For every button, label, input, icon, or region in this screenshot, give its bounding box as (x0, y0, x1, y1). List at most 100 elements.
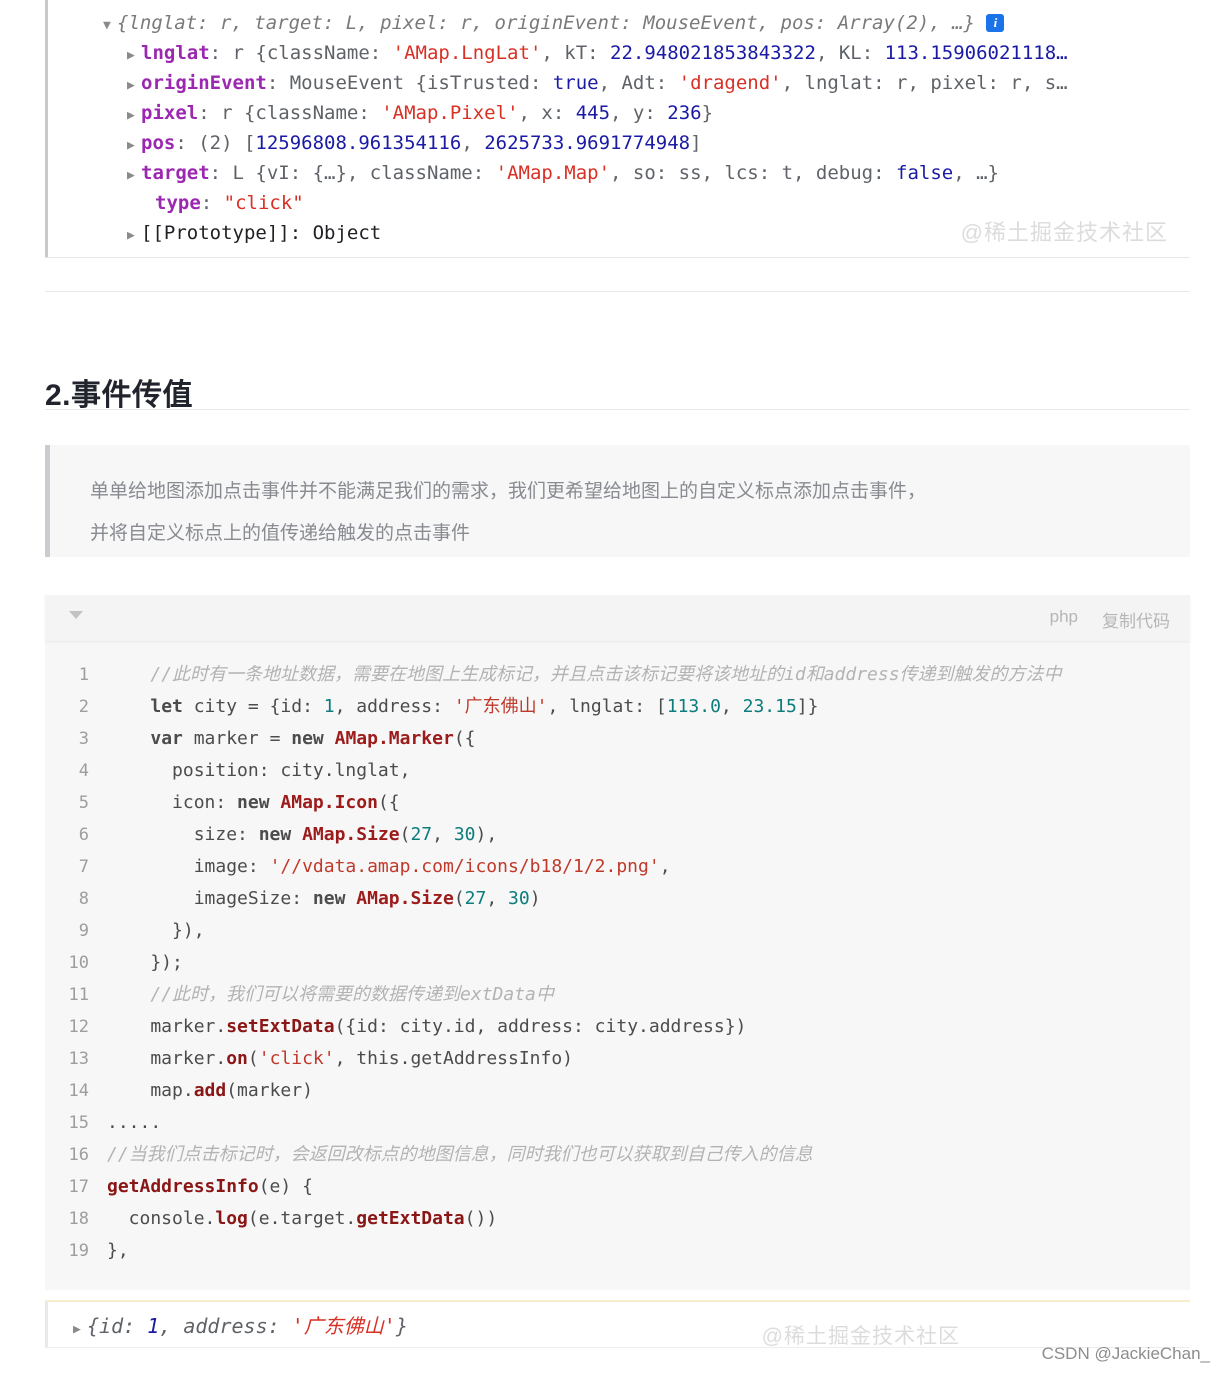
code-token: , (720, 696, 743, 717)
console-token: L (345, 12, 358, 34)
code-token: image: (107, 856, 270, 877)
console-token: , so: ss, lcs: t, debug: (610, 162, 896, 184)
console-token: true (552, 72, 599, 94)
code-line: 4 position: city.lnglat, (45, 755, 1190, 787)
expand-arrow-right-icon[interactable]: ▶ (127, 161, 141, 191)
code-token: on (226, 1048, 248, 1069)
code-token: ) (529, 888, 541, 909)
csdn-author-watermark: CSDN @JackieChan_ (1041, 1344, 1210, 1363)
console-token: [[Prototype]] (141, 222, 290, 244)
code-token: 27 (410, 824, 433, 845)
caret-down-icon[interactable] (69, 611, 83, 619)
code-token: //当我们点击标记时，会返回改标点的地图信息，同时我们也可以获取到自己传入的信息 (107, 1144, 813, 1165)
console-line[interactable]: ▶ pixel: r {className: 'AMap.Pixel', x: 4… (45, 98, 1190, 131)
code-line-content: let city = {id: 1, address: '广东佛山', lngl… (107, 691, 818, 723)
console-token: , (461, 132, 485, 154)
code-line: 13 marker.on('click', this.getAddressInf… (45, 1043, 1190, 1075)
console-output-entry[interactable]: ▶ {id: 1, address: '广东佛山'} (73, 1310, 408, 1339)
section-divider-top (45, 291, 1190, 292)
code-token: setExtData (226, 1016, 335, 1037)
heading-underline (45, 409, 1190, 410)
console-token: false (896, 162, 954, 184)
console-line[interactable]: type: "click" (45, 188, 1190, 218)
console-token: } (701, 102, 714, 124)
expand-arrow-right-icon[interactable]: ▶ (127, 71, 141, 101)
console-token: 1 (147, 1314, 160, 1338)
code-token: '//vdata.amap.com/icons/b18/1/2.png' (269, 856, 660, 877)
console-token: , kT: (541, 42, 611, 64)
code-block-body[interactable]: 1 //此时有一条地址数据，需要在地图上生成标记，并且点击该标记要将该地址的id… (45, 641, 1190, 1267)
console-token: ] (690, 132, 702, 154)
console-token: , Adt: (598, 72, 679, 94)
console-token: 'AMap.Map' (495, 162, 611, 184)
console-token: 2625733.9691774948 (484, 132, 691, 154)
code-token: new (312, 888, 346, 909)
console-line[interactable]: ▶ originEvent: MouseEvent {isTrusted: tru… (45, 68, 1190, 101)
line-number: 17 (68, 1177, 89, 1197)
expand-arrow-right-icon[interactable]: ▶ (127, 101, 141, 131)
console-token: , y: (610, 102, 668, 124)
code-token: AMap.Size (302, 824, 400, 845)
code-line: 7 image: '//vdata.amap.com/icons/b18/1/2… (45, 851, 1190, 883)
info-icon[interactable]: i (986, 14, 1005, 32)
watermark-juejin-bottom: @稀土掘金技术社区 (761, 1325, 960, 1348)
expand-arrow-right-icon[interactable]: ▶ (127, 221, 141, 251)
code-line: 9 }), (45, 915, 1190, 947)
code-line-content: marker.setExtData({id: city.id, address:… (107, 1011, 746, 1043)
console-line[interactable]: ▶ pos: (2) [12596808.961354116, 2625733.9… (45, 128, 1190, 161)
code-line: 3 var marker = new AMap.Marker({ (45, 723, 1190, 755)
console-token: : Object (289, 222, 382, 244)
code-token: ]} (796, 696, 819, 717)
code-token: size: (107, 824, 259, 845)
console-line[interactable]: ▶ target: L {vI: {…}, className: 'AMap.Ma… (45, 158, 1190, 191)
code-line: 10 }); (45, 947, 1190, 979)
console-token: : r {className: (209, 42, 393, 64)
code-token: ({ (453, 728, 476, 749)
console-line[interactable]: ▼ {lnglat: r, target: L, pixel: r, origin… (45, 8, 1190, 41)
blockquote-line-2: 并将自定义标点上的值传递给触发的点击事件 (90, 523, 471, 544)
code-token: imageSize: (107, 888, 313, 909)
code-line-content: image: '//vdata.amap.com/icons/b18/1/2.p… (107, 851, 671, 883)
code-line-content: var marker = new AMap.Marker({ (107, 723, 476, 755)
expand-arrow-right-icon[interactable]: ▶ (127, 41, 141, 71)
code-token: new (258, 824, 292, 845)
code-token: 30 (453, 824, 476, 845)
code-token: marker. (107, 1016, 227, 1037)
blockquote-line-1: 单单给地图添加点击事件并不能满足我们的需求，我们更希望给地图上的自定义标点添加点… (90, 481, 927, 502)
code-line-content: }); (107, 947, 183, 979)
expand-arrow-down-icon[interactable]: ▼ (103, 11, 117, 41)
code-line-content: position: city.lnglat, (107, 755, 410, 787)
code-line: 1 //此时有一条地址数据，需要在地图上生成标记，并且点击该标记要将该地址的id… (45, 659, 1190, 691)
expand-arrow-right-icon[interactable]: ▶ (127, 131, 141, 161)
console-line[interactable]: ▶ lnglat: r {className: 'AMap.LngLat', kT… (45, 38, 1190, 71)
line-number: 14 (68, 1081, 89, 1101)
code-token: , (432, 824, 454, 845)
line-number: 9 (78, 921, 89, 941)
console-token: , pos: (757, 12, 838, 34)
console-token: , KL: (815, 42, 885, 64)
code-line: 14 map.add(marker) (45, 1075, 1190, 1107)
code-token: ( (399, 824, 411, 845)
code-token: icon: (107, 792, 238, 813)
copy-code-button[interactable]: 复制代码 (1102, 607, 1170, 632)
console-token: 236 (667, 102, 702, 124)
line-number: 8 (78, 889, 89, 909)
code-token: (e.target. (247, 1208, 357, 1229)
console-token: Array(2) (837, 12, 930, 34)
code-token: , (486, 888, 509, 909)
code-line: 6 size: new AMap.Size(27, 30), (45, 819, 1190, 851)
code-token: getExtData (356, 1208, 465, 1229)
code-line-content: //此时有一条地址数据，需要在地图上生成标记，并且点击该标记要将该地址的id和a… (107, 659, 1061, 691)
line-number: 3 (78, 729, 89, 749)
code-line-content: marker.on('click', this.getAddressInfo) (107, 1043, 573, 1075)
code-token: ({id: city.id, address: city.address}) (334, 1016, 747, 1037)
console-token: type (155, 192, 201, 214)
expand-arrow-right-icon[interactable]: ▶ (73, 1322, 87, 1337)
code-line-content: console.log(e.target.getExtData()) (107, 1203, 497, 1235)
